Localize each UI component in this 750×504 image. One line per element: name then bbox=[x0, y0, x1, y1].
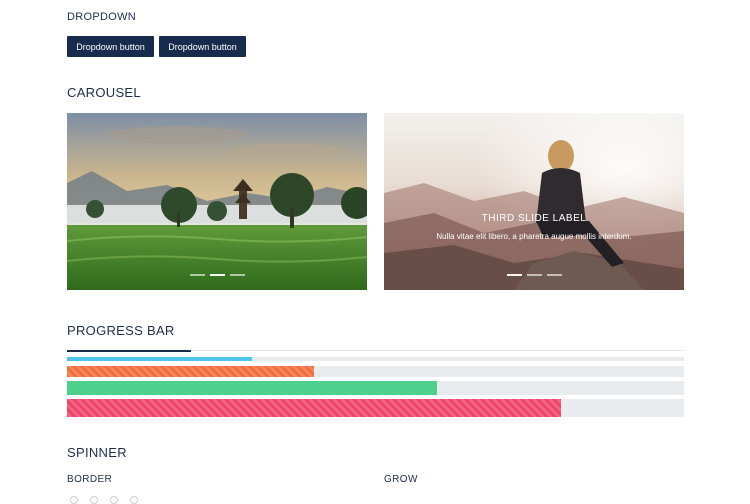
progress-fill bbox=[67, 399, 561, 417]
spinner-border-icon bbox=[110, 496, 118, 504]
carousel-indicators bbox=[384, 274, 684, 276]
progress-section-title: PROGRESS BAR bbox=[67, 323, 175, 338]
carousel-caption: THIRD SLIDE LABEL Nulla vitae elit liber… bbox=[414, 213, 654, 243]
progress-fill bbox=[67, 381, 438, 395]
mountain-woman-image bbox=[384, 113, 684, 290]
spinner-section-title: SPINNER bbox=[67, 445, 127, 460]
progress-bar-4 bbox=[67, 399, 684, 417]
progress-fill bbox=[67, 357, 253, 361]
landscape-image bbox=[67, 113, 367, 290]
spinner-border-label: BORDER bbox=[67, 474, 113, 485]
carousel-indicator-1[interactable] bbox=[189, 274, 205, 276]
carousel-section-title: CAROUSEL bbox=[67, 85, 141, 100]
carousel-indicator-3[interactable] bbox=[546, 274, 562, 276]
progress-fill bbox=[67, 366, 314, 377]
carousel-indicator-2[interactable] bbox=[526, 274, 542, 276]
carousel-caption-text: Nulla vitae elit libero, a pharetra augu… bbox=[436, 232, 632, 241]
spinner-border-icon bbox=[130, 496, 138, 504]
progress-bar-3 bbox=[67, 381, 684, 395]
dropdown-button-2[interactable]: Dropdown button bbox=[159, 36, 246, 57]
spinner-grow-label: GROW bbox=[384, 474, 418, 485]
dropdown-button-1[interactable]: Dropdown button bbox=[67, 36, 154, 57]
carousel-slide-mountain[interactable]: THIRD SLIDE LABEL Nulla vitae elit liber… bbox=[384, 113, 684, 290]
spinner-border-icon bbox=[90, 496, 98, 504]
carousel-slide-landscape[interactable] bbox=[67, 113, 367, 290]
carousel-indicator-2[interactable] bbox=[209, 274, 225, 276]
dropdown-section-title: DROPDOWN bbox=[67, 11, 137, 23]
progress-title-underline bbox=[67, 350, 191, 352]
spinner-border-icon bbox=[70, 496, 78, 504]
progress-bar-2 bbox=[67, 366, 684, 377]
progress-bar-1 bbox=[67, 357, 684, 361]
carousel-indicator-3[interactable] bbox=[229, 274, 245, 276]
carousel-indicator-1[interactable] bbox=[506, 274, 522, 276]
carousel-indicators bbox=[67, 274, 367, 276]
carousel-caption-title: THIRD SLIDE LABEL bbox=[481, 213, 587, 224]
